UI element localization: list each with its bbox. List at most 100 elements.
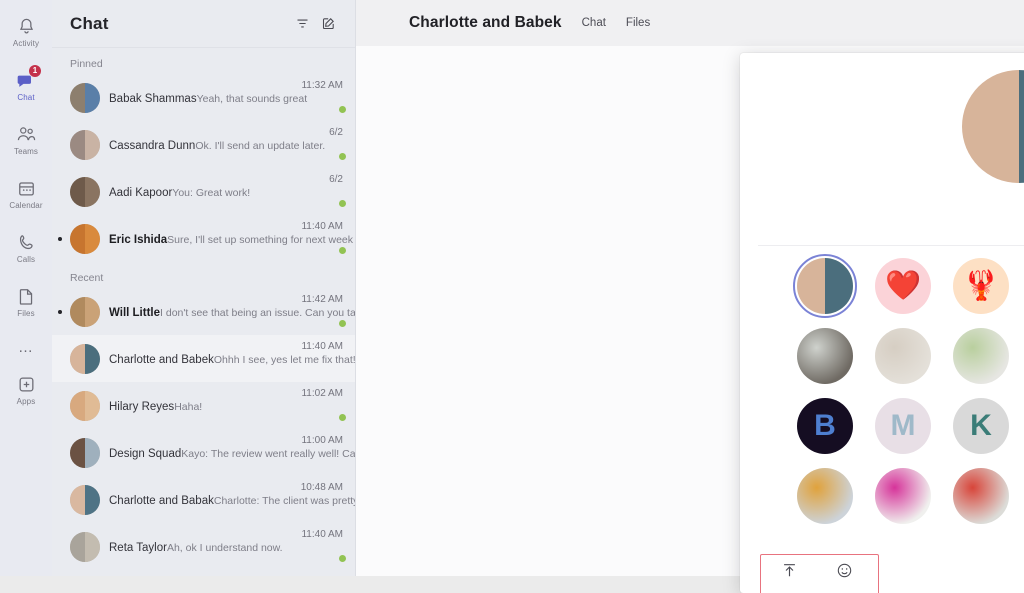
- unread-indicator: [58, 237, 62, 241]
- plus-box-icon: [17, 374, 36, 395]
- rail-label-files: Files: [17, 309, 34, 318]
- figurine-leaf-avatar[interactable]: [953, 328, 1009, 384]
- chat-item-name: Will Little: [109, 307, 160, 319]
- presence-badge: [338, 246, 347, 255]
- avatar: [70, 344, 100, 374]
- letter-k-teal-avatar[interactable]: K: [953, 398, 1009, 454]
- chat-list-item[interactable]: Design SquadKayo: The review went really…: [52, 429, 355, 476]
- chat-list-item[interactable]: Charlotte and BabekOhhh I see, yes let m…: [52, 335, 355, 382]
- chat-item-text: Hilary ReyesHaha!: [100, 397, 295, 415]
- chat-item-preview: Sure, I'll set up something for next wee…: [167, 234, 355, 246]
- avatar: [70, 438, 100, 468]
- chat-item-time: 11:32 AM: [295, 80, 343, 91]
- avatar: [70, 297, 100, 327]
- rail-item-teams[interactable]: Teams: [0, 114, 52, 166]
- chat-item-preview: Yeah, that sounds great: [197, 93, 308, 105]
- chat-item-name: Charlotte and Babak: [109, 495, 214, 507]
- footer-tools: [758, 553, 875, 587]
- chat-list-item[interactable]: Babak ShammasYeah, that sounds great11:3…: [52, 74, 355, 121]
- avatar-grid[interactable]: ❤️🦞🐙🐼🤔BMKSBA: [740, 246, 1024, 547]
- letter-m-iridescent-avatar[interactable]: M: [875, 398, 931, 454]
- letter-b-dark-avatar-glyph: B: [797, 398, 853, 454]
- heart-avatar[interactable]: ❤️: [875, 258, 931, 314]
- avatar: [70, 177, 100, 207]
- file-icon: [17, 286, 35, 307]
- potted-plant-avatar[interactable]: [797, 328, 853, 384]
- rail-item-apps[interactable]: Apps: [0, 364, 52, 416]
- letter-m-iridescent-avatar-glyph: M: [875, 398, 931, 454]
- chat-item-text: Charlotte and BabekOhhh I see, yes let m…: [100, 350, 295, 368]
- chat-item-preview: Charlotte: The client was pretty happy w…: [214, 495, 355, 507]
- rail-overflow-button[interactable]: …: [18, 330, 34, 364]
- rail-item-calls[interactable]: Calls: [0, 222, 52, 274]
- chat-item-time: 11:40 AM: [295, 341, 343, 352]
- letter-b-dark-avatar[interactable]: B: [797, 398, 853, 454]
- presence-badge: [338, 319, 347, 328]
- upload-icon[interactable]: [778, 559, 800, 581]
- letter-k-teal-avatar-glyph: K: [953, 398, 1009, 454]
- rail-item-activity[interactable]: Activity: [0, 6, 52, 58]
- avatar: [70, 391, 100, 421]
- chat-item-time: 10:48 AM: [295, 482, 343, 493]
- chat-item-text: Aadi KapoorYou: Great work!: [100, 183, 323, 201]
- chat-item-time: 11:40 AM: [295, 529, 343, 540]
- lobster-avatar[interactable]: 🦞: [953, 258, 1009, 314]
- chat-item-name: Charlotte and Babek: [109, 354, 214, 366]
- change-avatar-dialog: ❤️🦞🐙🐼🤔BMKSBA Save: [740, 53, 1024, 593]
- chat-item-time: 6/2: [323, 174, 343, 185]
- chat-item-name: Eric Ishida: [109, 234, 167, 246]
- chat-list-item[interactable]: Hilary ReyesHaha!11:02 AM: [52, 382, 355, 429]
- app-rail: Activity 1 Chat Teams Calendar Cal: [0, 0, 52, 576]
- rail-label-calendar: Calendar: [9, 201, 42, 210]
- current-avatar[interactable]: [797, 258, 853, 314]
- avatar: [70, 532, 100, 562]
- presence-badge: [338, 152, 347, 161]
- chat-list-item[interactable]: Cassandra DunnOk. I'll send an update la…: [52, 121, 355, 168]
- chat-section-label: Pinned: [52, 48, 355, 74]
- chat-item-text: Babak ShammasYeah, that sounds great: [100, 89, 295, 107]
- rail-label-chat: Chat: [17, 93, 34, 102]
- chat-item-text: Charlotte and BabakCharlotte: The client…: [100, 491, 295, 509]
- chat-list-rows[interactable]: PinnedBabak ShammasYeah, that sounds gre…: [52, 48, 355, 576]
- filter-icon[interactable]: [289, 11, 315, 37]
- rail-item-files[interactable]: Files: [0, 276, 52, 328]
- hero-avatar: [962, 70, 1024, 183]
- avatar: [70, 83, 100, 113]
- presence-badge: [338, 554, 347, 563]
- rail-label-calls: Calls: [17, 255, 35, 264]
- chat-list-header: Chat: [52, 0, 355, 48]
- rail-label-activity: Activity: [13, 39, 39, 48]
- rainbow-bird-avatar[interactable]: [953, 468, 1009, 524]
- chat-item-text: Cassandra DunnOk. I'll send an update la…: [100, 136, 323, 154]
- chat-item-name: Hilary Reyes: [109, 401, 174, 413]
- chat-item-time: 11:40 AM: [295, 221, 343, 232]
- mushroom-figure-avatar[interactable]: [797, 468, 853, 524]
- compose-icon[interactable]: [315, 11, 341, 37]
- chat-list-item[interactable]: Will LittleI don't see that being an iss…: [52, 288, 355, 335]
- chat-list-item[interactable]: Aadi KapoorYou: Great work!6/2: [52, 168, 355, 215]
- chat-list-item[interactable]: Charlotte and BabakCharlotte: The client…: [52, 476, 355, 523]
- rail-item-calendar[interactable]: Calendar: [0, 168, 52, 220]
- phone-icon: [17, 232, 36, 253]
- chat-item-time: 6/2: [323, 127, 343, 138]
- dried-flowers-avatar[interactable]: [875, 328, 931, 384]
- avatar-half-right: [1019, 70, 1024, 183]
- calendar-icon: [17, 178, 36, 199]
- chat-section-label: Recent: [52, 262, 355, 288]
- chat-item-name: Design Squad: [109, 448, 181, 460]
- chat-item-time: 11:00 AM: [295, 435, 343, 446]
- chat-list-item[interactable]: Reta TaylorAh, ok I understand now.11:40…: [52, 523, 355, 570]
- unread-indicator: [58, 310, 62, 314]
- chat-item-preview: You: Great work!: [172, 187, 250, 199]
- presence-badge: [338, 105, 347, 114]
- rail-label-apps: Apps: [17, 397, 36, 406]
- rail-item-chat[interactable]: 1 Chat: [0, 60, 52, 112]
- chat-item-preview: Kayo: The review went really well! Can't…: [181, 448, 355, 460]
- avatar: [70, 485, 100, 515]
- chat-list-item[interactable]: Eric IshidaSure, I'll set up something f…: [52, 215, 355, 262]
- teams-icon: [16, 124, 37, 145]
- emoji-icon[interactable]: [833, 559, 855, 581]
- page-title: Chat: [70, 14, 289, 34]
- abstract-colorful-avatar[interactable]: [875, 468, 931, 524]
- dialog-hero: [740, 53, 1024, 245]
